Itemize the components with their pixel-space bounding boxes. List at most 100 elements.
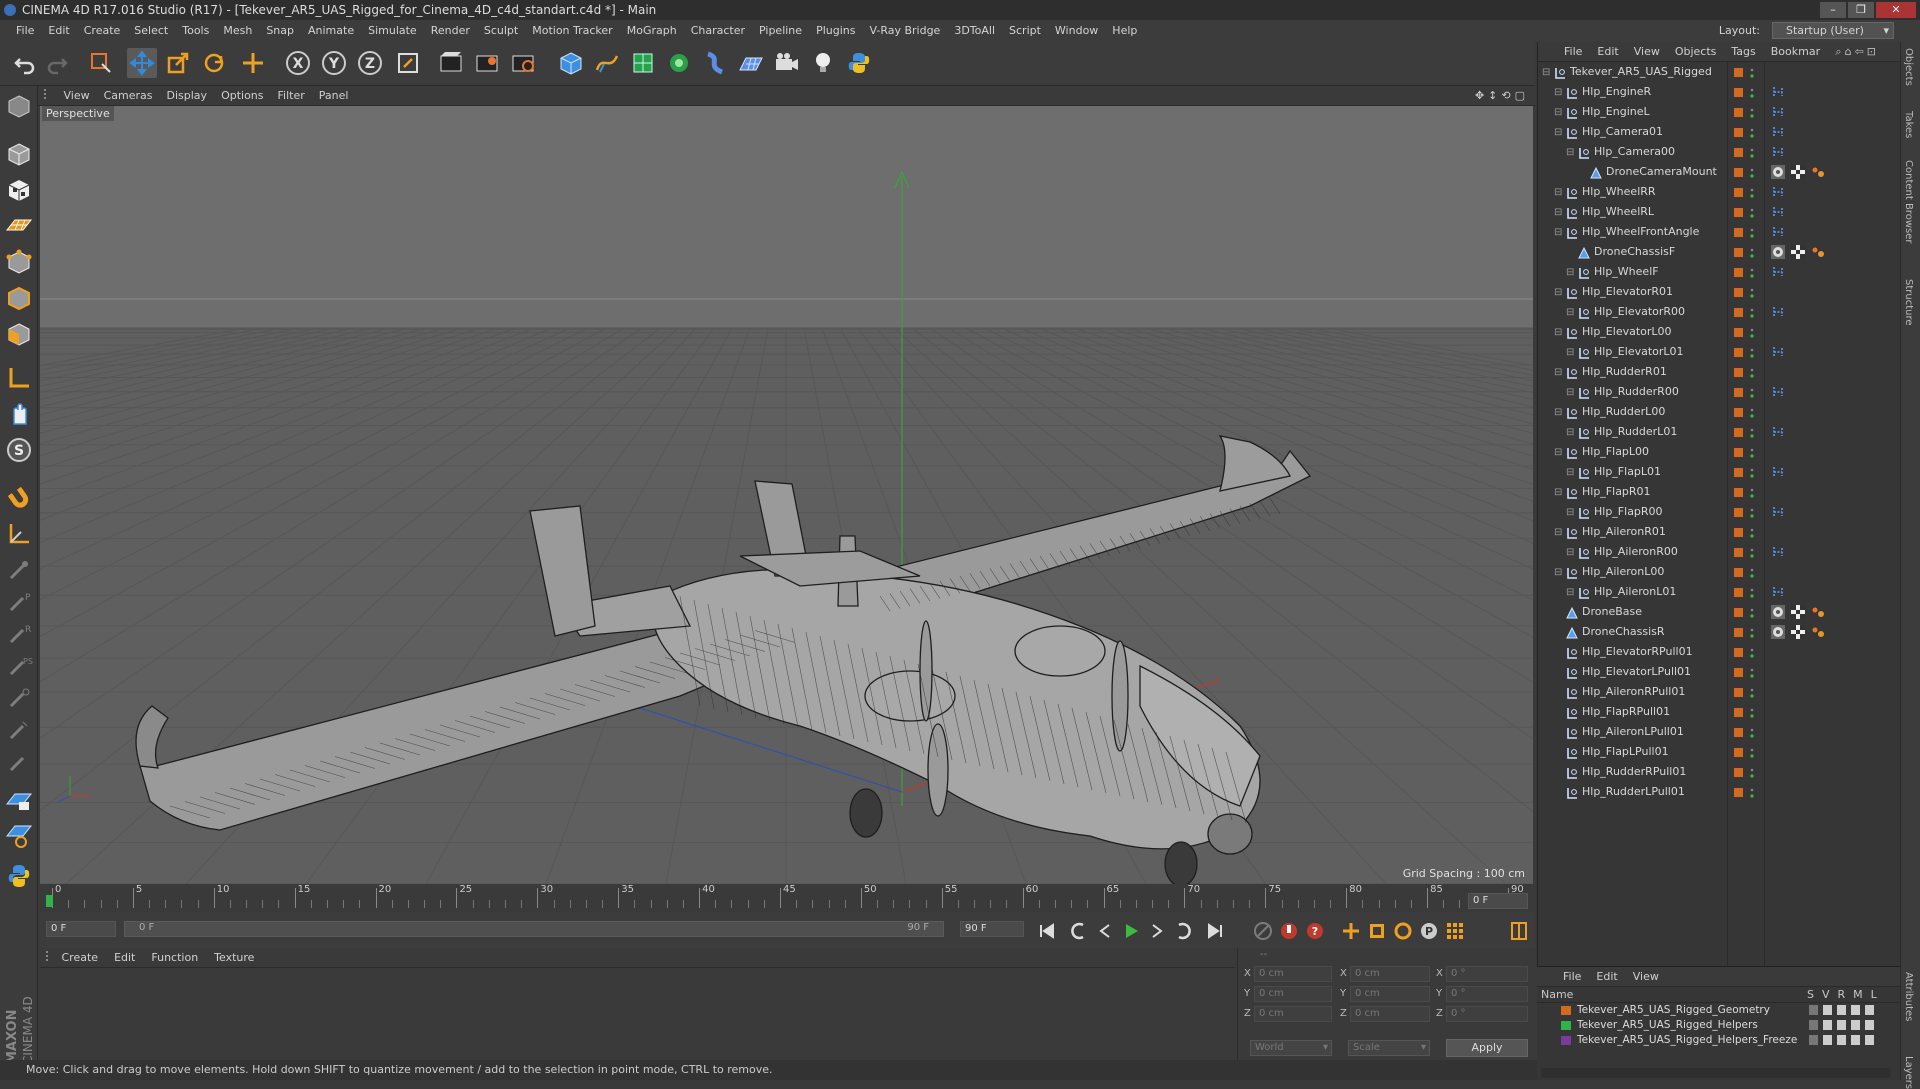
layer-solo-icon[interactable] (1809, 1020, 1818, 1030)
expand-toggle-icon[interactable]: ⊟ (1566, 543, 1574, 563)
material-tag-icon[interactable] (1811, 605, 1825, 619)
move-icon[interactable] (127, 48, 157, 78)
live-selection-icon[interactable] (86, 48, 116, 78)
menu-animate[interactable]: Animate (308, 24, 354, 37)
position-field[interactable]: 0 cm (1254, 1006, 1332, 1022)
current-frame-field[interactable]: 0 F (1468, 893, 1528, 909)
object-row[interactable]: Hlp_RudderLPull01 (1538, 782, 1900, 802)
object-row[interactable]: Hlp_AileronLPull01 (1538, 722, 1900, 742)
expand-toggle-icon[interactable]: ⊟ (1554, 183, 1562, 203)
viewport-menu-options[interactable]: Options (221, 89, 263, 102)
deformer-icon[interactable] (700, 48, 730, 78)
object-row[interactable]: ⊟ Hlp_FlapL01 (1538, 462, 1900, 482)
menu-3dtoall[interactable]: 3DToAll (954, 24, 995, 37)
polygons-mode-icon[interactable] (3, 318, 35, 350)
layer-scrollbar[interactable] (1541, 1068, 1891, 1078)
menu-create[interactable]: Create (84, 24, 121, 37)
visibility-dots-icon[interactable] (1750, 386, 1754, 398)
layer-row[interactable]: Tekever_AR5_UAS_Rigged_Helpers_Freeze (1537, 1033, 1900, 1048)
sculpt-ps-icon[interactable]: PS (3, 650, 35, 682)
object-row[interactable]: ⊟ Hlp_ElevatorR01 (1538, 282, 1900, 302)
frame-range-slider[interactable]: 0 F 90 F (124, 921, 944, 937)
object-row[interactable]: ⊟ Hlp_Camera01 (1538, 122, 1900, 142)
texture-tag-icon[interactable] (1791, 165, 1805, 179)
expand-toggle-icon[interactable]: ⊟ (1542, 63, 1550, 83)
layer-lock-icon[interactable] (1865, 1035, 1874, 1045)
layer-render-icon[interactable] (1837, 1005, 1846, 1015)
visibility-dots-icon[interactable] (1750, 546, 1754, 558)
transform-mode-dropdown[interactable]: Scale ▾ (1348, 1040, 1430, 1056)
ik-tag-icon[interactable] (1771, 425, 1785, 439)
texture-tag-icon[interactable] (1791, 245, 1805, 259)
render-settings-icon[interactable] (508, 48, 538, 78)
visibility-dots-icon[interactable] (1750, 466, 1754, 478)
playhead[interactable] (46, 895, 53, 907)
ik-tag-icon[interactable] (1771, 465, 1785, 479)
visibility-dots-icon[interactable] (1750, 446, 1754, 458)
layer-lock-icon[interactable] (1865, 1020, 1874, 1030)
visibility-dots-icon[interactable] (1750, 786, 1754, 798)
workplane-lock-icon[interactable] (3, 820, 35, 852)
object-row[interactable]: ⊟ Hlp_FlapR00 (1538, 502, 1900, 522)
ik-tag-icon[interactable] (1771, 185, 1785, 199)
material-tag-icon[interactable] (1811, 625, 1825, 639)
viewport-nav-icons[interactable]: ✥↕⟲▢ (1475, 86, 1529, 106)
pen-icon[interactable] (592, 48, 622, 78)
prev-frame-icon[interactable] (1094, 920, 1116, 942)
texture-mode-icon[interactable] (3, 174, 35, 206)
sculpt-smooth-icon[interactable] (3, 682, 35, 714)
expand-toggle-icon[interactable]: ⊟ (1566, 503, 1574, 523)
visibility-dots-icon[interactable] (1750, 106, 1754, 118)
timeline-ruler[interactable]: 0 5 10 15 20 25 30 35 40 45 50 55 60 65 70 75 80 85 90 0 F (40, 884, 1535, 912)
next-keyframe-icon[interactable] (1172, 920, 1194, 942)
object-menu-view[interactable]: View (1634, 45, 1660, 58)
object-row[interactable]: Hlp_FlapLPull01 (1538, 742, 1900, 762)
object-menu-bookmar[interactable]: Bookmar (1771, 45, 1820, 58)
material-menu-texture[interactable]: Texture (214, 951, 254, 964)
visibility-dots-icon[interactable] (1750, 326, 1754, 338)
viewport-menu-panel[interactable]: Panel (319, 89, 349, 102)
magnet-icon[interactable] (3, 482, 35, 514)
ik-tag-icon[interactable] (1771, 205, 1785, 219)
prev-keyframe-icon[interactable] (1068, 920, 1090, 942)
make-editable-icon[interactable] (3, 90, 35, 122)
object-row[interactable]: ⊟ Hlp_RudderL01 (1538, 422, 1900, 442)
viewport-menu-view[interactable]: View (64, 89, 90, 102)
expand-toggle-icon[interactable]: ⊟ (1554, 443, 1562, 463)
ik-tag-icon[interactable] (1771, 225, 1785, 239)
key-rotation-icon[interactable] (1392, 920, 1414, 942)
layer-render-icon[interactable] (1837, 1020, 1846, 1030)
ik-tag-icon[interactable] (1771, 85, 1785, 99)
render-picture-viewer-icon[interactable] (472, 48, 502, 78)
visibility-dots-icon[interactable] (1750, 506, 1754, 518)
side-tab-structure[interactable]: Structure (1903, 279, 1914, 326)
end-frame-field[interactable]: 90 F (960, 921, 1024, 937)
object-row[interactable]: Hlp_FlapRPull01 (1538, 702, 1900, 722)
menu-window[interactable]: Window (1055, 24, 1098, 37)
visibility-dots-icon[interactable] (1750, 646, 1754, 658)
visibility-dots-icon[interactable] (1750, 306, 1754, 318)
auto-keying-icon[interactable]: ? (1304, 920, 1326, 942)
material-menu-function[interactable]: Function (151, 951, 198, 964)
menu-mesh[interactable]: Mesh (223, 24, 252, 37)
visibility-dots-icon[interactable] (1750, 146, 1754, 158)
phong-tag-icon[interactable] (1771, 165, 1785, 179)
expand-toggle-icon[interactable]: ⊟ (1554, 123, 1562, 143)
object-row[interactable]: ⊟ Hlp_RudderR00 (1538, 382, 1900, 402)
axis-mode-icon[interactable] (3, 362, 35, 394)
expand-toggle-icon[interactable]: ⊟ (1554, 483, 1562, 503)
layout-dropdown[interactable]: Startup (User) ▾ (1772, 22, 1894, 39)
expand-toggle-icon[interactable]: ⊟ (1566, 383, 1574, 403)
go-to-end-icon[interactable] (1204, 920, 1226, 942)
workplane-mode-icon[interactable] (3, 210, 35, 242)
menu-sculpt[interactable]: Sculpt (484, 24, 518, 37)
visibility-dots-icon[interactable] (1750, 526, 1754, 538)
layer-visible-icon[interactable] (1823, 1005, 1832, 1015)
sculpt-pull-icon[interactable] (3, 554, 35, 586)
menu-tools[interactable]: Tools (182, 24, 209, 37)
object-row[interactable]: ⊟ Hlp_AileronL00 (1538, 562, 1900, 582)
material-menu-create[interactable]: Create (62, 951, 99, 964)
layer-visible-icon[interactable] (1823, 1035, 1832, 1045)
layer-manager-icon[interactable] (1851, 1005, 1860, 1015)
visibility-dots-icon[interactable] (1750, 266, 1754, 278)
